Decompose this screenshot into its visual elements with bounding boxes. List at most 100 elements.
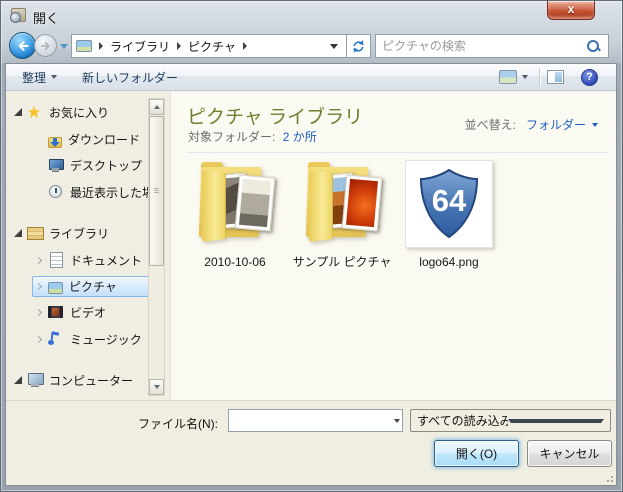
sidebar-item-label: ライブラリ (49, 225, 109, 242)
folder-icon (189, 158, 281, 250)
refresh-icon (351, 39, 366, 54)
downloads-icon (48, 137, 62, 148)
expander-closed-icon[interactable] (35, 308, 42, 315)
expander-open-icon[interactable] (14, 376, 22, 384)
expander-closed-icon[interactable] (35, 282, 42, 289)
file-item-logo64-png[interactable]: 64 logo64.png (397, 158, 501, 270)
close-button[interactable] (547, 1, 595, 20)
sidebar-item-label: デスクトップ (70, 157, 142, 174)
arrange-by-link[interactable]: フォルダー (526, 116, 598, 133)
sidebar-item-recent-places[interactable]: 最近表示した場所 (48, 182, 154, 202)
preview-pane-icon (547, 70, 564, 84)
file-item-label: 2010-10-06 (204, 254, 265, 270)
videos-icon (48, 304, 64, 320)
new-folder-label: 新しいフォルダー (82, 69, 178, 86)
back-button[interactable] (9, 32, 36, 59)
sidebar-item-label: コンピューター (49, 372, 133, 389)
window-title: 開く (33, 8, 59, 27)
scrollbar-thumb[interactable] (149, 116, 164, 266)
body-area: お気に入り ダウンロード デスクトップ 最近表示した場所 ライブ (6, 92, 616, 400)
breadcrumb: ライブラリ ピクチャ (71, 34, 347, 58)
filename-combobox (228, 409, 403, 432)
breadcrumb-chevron-icon[interactable] (243, 42, 247, 50)
pictures-location-icon (76, 40, 92, 52)
includes-locations-link[interactable]: 2 か所 (283, 130, 317, 144)
star-icon (27, 104, 43, 120)
refresh-button[interactable] (347, 34, 371, 58)
views-icon (499, 70, 517, 84)
sidebar-item-label: ミュージック (70, 331, 142, 348)
recent-pages-dropdown[interactable] (60, 44, 68, 49)
arrange-value: フォルダー (526, 116, 586, 133)
new-folder-button[interactable]: 新しいフォルダー (74, 64, 186, 90)
image-thumbnail: 64 (403, 158, 495, 250)
breadcrumb-chevron-icon[interactable] (177, 42, 181, 50)
address-dropdown-icon[interactable] (330, 44, 338, 49)
filetype-dropdown-icon (508, 419, 605, 423)
chevron-down-icon (51, 75, 57, 79)
help-button[interactable] (577, 64, 602, 90)
sidebar-item-libraries[interactable]: ライブラリ (14, 223, 109, 243)
filename-input[interactable] (229, 414, 394, 428)
open-button[interactable]: 開く(O) (434, 440, 519, 467)
pictures-icon (48, 282, 63, 294)
breadcrumb-item-pictures[interactable]: ピクチャ (188, 38, 236, 55)
expander-open-icon[interactable] (14, 108, 22, 116)
arrange-by: 並べ替え: フォルダー (465, 116, 598, 133)
triangle-down-icon (154, 385, 160, 389)
sidebar-item-documents[interactable]: ドキュメント (34, 250, 142, 270)
file-item-folder-sample-pictures[interactable]: サンプル ピクチャ (290, 158, 394, 270)
client-area: 整理 新しいフォルダー (5, 63, 617, 486)
scroll-down-button[interactable] (149, 379, 164, 395)
sidebar-item-pictures[interactable]: ピクチャ (34, 276, 117, 296)
chevron-down-icon (592, 123, 598, 127)
shield-64-icon: 64 (405, 160, 493, 248)
file-item-label: logo64.png (419, 254, 478, 270)
sidebar-item-downloads[interactable]: ダウンロード (48, 129, 140, 149)
sidebar-item-label: ビデオ (70, 304, 106, 321)
cancel-button[interactable]: キャンセル (527, 440, 612, 467)
breadcrumb-item-libraries[interactable]: ライブラリ (110, 38, 170, 55)
file-list-pane: ピクチャ ライブラリ 対象フォルダー: 2 か所 並べ替え: フォルダー (170, 92, 616, 400)
libraries-icon (27, 225, 43, 241)
music-icon (48, 331, 64, 347)
sidebar-item-favorites[interactable]: お気に入り (14, 102, 109, 122)
cancel-button-label: キャンセル (539, 445, 599, 462)
scrollbar-grip-icon (154, 188, 159, 193)
shield-number: 64 (432, 183, 467, 218)
expander-closed-icon[interactable] (35, 335, 42, 342)
open-file-icon (11, 8, 26, 22)
sidebar-item-computer[interactable]: コンピューター (14, 370, 133, 390)
open-dialog-window: 開く ライブラリ ピクチャ (0, 0, 623, 492)
folder-icon (296, 158, 388, 250)
dialog-footer: ファイル名(N): すべての読み込み可能なドキュ 開く(O) キャンセル (6, 400, 616, 485)
organize-button[interactable]: 整理 (14, 64, 65, 90)
organize-label: 整理 (22, 69, 46, 86)
filetype-select[interactable]: すべての読み込み可能なドキュ (410, 409, 611, 432)
filename-dropdown-icon[interactable] (394, 419, 400, 423)
sidebar-item-desktop[interactable]: デスクトップ (48, 155, 142, 175)
search-box (375, 34, 609, 58)
sidebar-item-label: ドキュメント (70, 252, 142, 269)
preview-pane-button[interactable] (543, 64, 568, 90)
scroll-up-button[interactable] (149, 99, 164, 115)
desktop-icon (48, 157, 64, 173)
search-icon (586, 39, 600, 53)
resize-grip[interactable] (603, 472, 613, 482)
file-item-folder-2010-10-06[interactable]: 2010-10-06 (183, 158, 287, 270)
title-bar: 開く (1, 1, 622, 29)
sidebar-scrollbar[interactable] (148, 98, 165, 396)
breadcrumb-chevron-icon[interactable] (99, 42, 103, 50)
sidebar-item-videos[interactable]: ビデオ (34, 302, 106, 322)
expander-open-icon[interactable] (14, 229, 22, 237)
includes-line: 対象フォルダー: 2 か所 (188, 128, 317, 145)
sidebar-item-music[interactable]: ミュージック (34, 329, 142, 349)
sidebar-item-label: お気に入り (49, 104, 109, 121)
search-input[interactable] (376, 39, 586, 53)
header-divider (187, 152, 608, 153)
views-button[interactable] (495, 64, 532, 90)
expander-closed-icon[interactable] (35, 256, 42, 263)
file-grid: 2010-10-06 サンプル ピクチャ (183, 158, 504, 270)
recent-places-icon (48, 184, 64, 200)
forward-button[interactable] (34, 34, 57, 57)
